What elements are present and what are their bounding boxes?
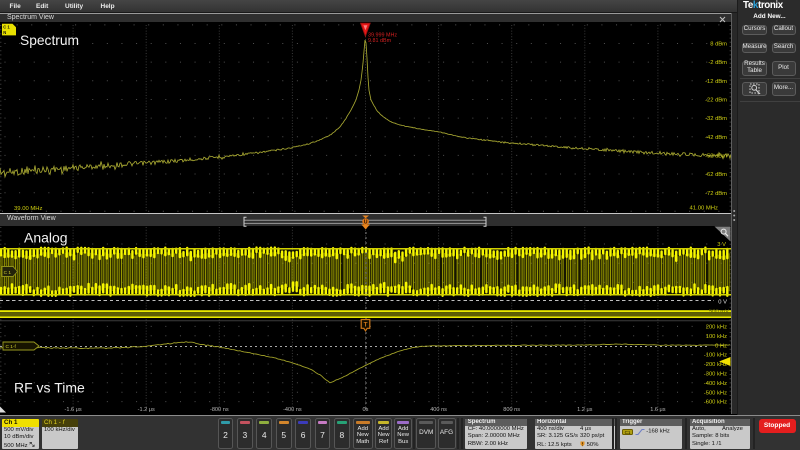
svg-text:9.81 dBm: 9.81 dBm	[368, 38, 392, 44]
svg-text:1.6 μs: 1.6 μs	[650, 407, 666, 413]
svg-text:-12 dBm: -12 dBm	[705, 79, 727, 85]
svg-text:Spectrum: Spectrum	[20, 33, 79, 48]
svg-text:-22 dBm: -22 dBm	[705, 98, 727, 104]
svg-text:-72 dBm: -72 dBm	[705, 191, 727, 197]
svg-text:-500 kHz: -500 kHz	[704, 390, 727, 396]
svg-text:-800 ns: -800 ns	[210, 407, 229, 413]
svg-text:-62 dBm: -62 dBm	[705, 172, 727, 178]
svg-text:0 V: 0 V	[718, 299, 727, 305]
svg-text:C 1: C 1	[4, 270, 12, 276]
svg-text:-2 dBm: -2 dBm	[708, 60, 727, 66]
svg-text:-100 kHz: -100 kHz	[704, 353, 727, 359]
svg-text:-300 kHz: -300 kHz	[704, 372, 727, 378]
svg-text:100 kHz: 100 kHz	[706, 334, 727, 340]
svg-text:T: T	[364, 321, 368, 328]
svg-text:1.2 μs: 1.2 μs	[577, 407, 593, 413]
svg-text:RF vs Time: RF vs Time	[14, 380, 85, 396]
svg-text:0 Hz: 0 Hz	[715, 343, 727, 349]
svg-text:8 dBm: 8 dBm	[710, 42, 727, 48]
svg-text:200 kHz: 200 kHz	[706, 325, 727, 331]
svg-text:-600 kHz: -600 kHz	[704, 400, 727, 406]
svg-text:C 1-f: C 1-f	[6, 344, 17, 350]
svg-text:41.00 MHz: 41.00 MHz	[690, 205, 719, 211]
svg-text:-32 dBm: -32 dBm	[705, 116, 727, 122]
svg-text:39.00 MHz: 39.00 MHz	[14, 206, 43, 212]
svg-text:0s: 0s	[363, 407, 369, 413]
svg-text:-400 ns: -400 ns	[283, 407, 302, 413]
svg-text:-1.2 μs: -1.2 μs	[138, 407, 155, 413]
svg-text:400 ns: 400 ns	[430, 407, 447, 413]
svg-text:N: N	[3, 30, 6, 35]
svg-text:-42 dBm: -42 dBm	[705, 135, 727, 141]
svg-text:Analog: Analog	[24, 230, 68, 246]
svg-text:500 mV: 500 mV	[709, 309, 729, 315]
svg-text:800 ns: 800 ns	[503, 407, 520, 413]
svg-text:C 1: C 1	[3, 24, 10, 29]
svg-text:-400 kHz: -400 kHz	[704, 381, 727, 387]
svg-text:-1.6 μs: -1.6 μs	[64, 407, 81, 413]
svg-text:3 V: 3 V	[717, 242, 726, 248]
